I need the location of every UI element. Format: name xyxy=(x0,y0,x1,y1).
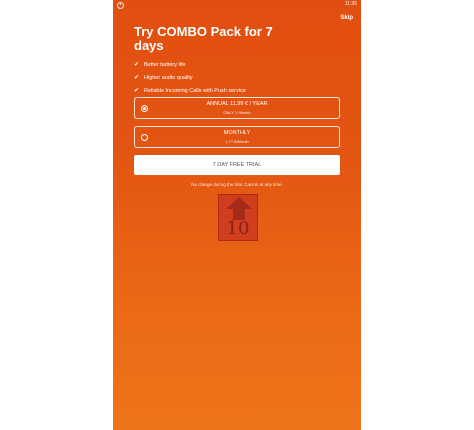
plan-subtitle: ONLY 1 /Month xyxy=(223,110,251,115)
trial-disclaimer: No charge during the trial. Cancel at an… xyxy=(191,182,283,187)
status-bar: • 11:35 xyxy=(113,0,361,12)
plan-monthly-option[interactable]: MONTHLY 1,??-€/Month xyxy=(134,126,340,148)
promo-title: Try COMBO Pack for 7 days xyxy=(134,24,273,53)
feature-item: ✔ Better battery life xyxy=(134,58,246,71)
plan-title: MONTHLY xyxy=(223,130,251,136)
skip-button[interactable]: Skip xyxy=(340,15,353,21)
plan-annual-option[interactable]: ANNUAL 11,99 € / YEAR ONLY 1 /Month xyxy=(134,97,340,119)
check-icon: ✔ xyxy=(134,75,140,81)
app-circle-icon: • xyxy=(117,2,124,9)
plan-subtitle: 1,??-€/Month xyxy=(225,139,249,144)
feature-item: ✔ Reliable Incoming Calls with Push serv… xyxy=(134,84,246,97)
feature-list: ✔ Better battery life ✔ Higher audio qua… xyxy=(134,58,246,97)
free-trial-button[interactable]: 7 DAY FREE TRIAL xyxy=(134,155,340,175)
feature-label: Reliable Incoming Calls with Push servic… xyxy=(144,87,246,94)
feature-item: ✔ Higher audio quality xyxy=(134,71,246,84)
check-icon: ✔ xyxy=(134,62,140,68)
status-time: 11:35 xyxy=(344,1,357,7)
feature-label: Higher audio quality xyxy=(144,74,193,81)
plan-title: ANNUAL 11,99 € / YEAR xyxy=(206,101,268,107)
feature-label: Better battery life xyxy=(144,61,186,68)
check-icon: ✔ xyxy=(134,88,140,94)
step-number: 10 xyxy=(226,218,250,239)
step-badge: 10 xyxy=(218,194,258,241)
